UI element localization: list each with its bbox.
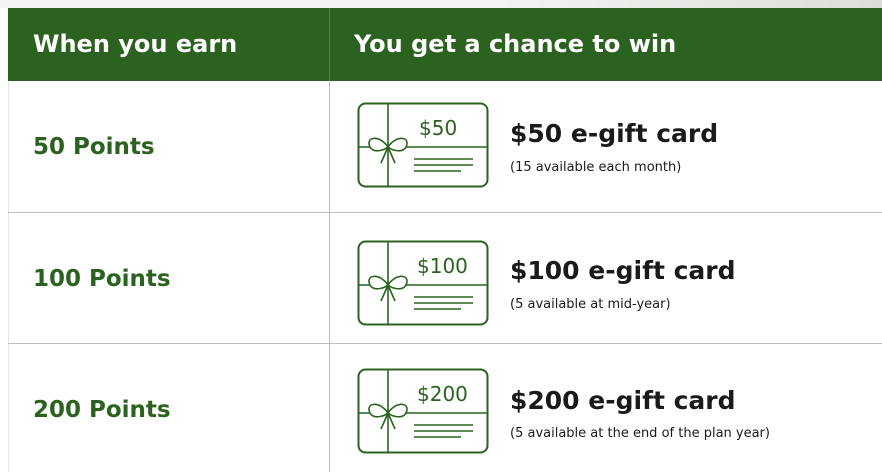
prize-title: $100 e-gift card xyxy=(510,256,736,285)
prize-title: $50 e-gift card xyxy=(510,119,719,148)
rewards-table: When you earn You get a chance to win 50… xyxy=(8,8,882,472)
card-amount-label: $50 xyxy=(419,116,457,140)
points-label: 100 Points xyxy=(33,266,171,292)
points-label: 50 Points xyxy=(33,134,155,160)
gift-card-icon: $200 xyxy=(357,368,489,454)
card-amount-label: $200 xyxy=(417,382,468,406)
table-row: 200 Points $200 $200 e-gift card (5 avai… xyxy=(8,344,882,472)
table-header: When you earn You get a chance to win xyxy=(8,8,882,81)
points-label: 200 Points xyxy=(33,397,171,423)
gift-card-icon: $100 xyxy=(357,240,489,326)
table-row: 100 Points $100 $100 e-gift card (5 avai… xyxy=(8,213,882,343)
prize-subtitle: (15 available each month) xyxy=(510,160,682,175)
card-amount-label: $100 xyxy=(417,254,468,278)
gift-card-icon: $50 xyxy=(357,102,489,188)
prize-title: $200 e-gift card xyxy=(510,386,736,415)
prize-subtitle: (5 available at mid-year) xyxy=(510,297,671,312)
header-chance-to-win: You get a chance to win xyxy=(354,30,677,58)
top-shadow xyxy=(0,0,882,8)
table-row: 50 Points $50 $50 e-gift card (15 availa… xyxy=(8,81,882,212)
header-divider xyxy=(329,8,330,81)
prize-subtitle: (5 available at the end of the plan year… xyxy=(510,426,770,441)
header-when-you-earn: When you earn xyxy=(33,30,238,58)
